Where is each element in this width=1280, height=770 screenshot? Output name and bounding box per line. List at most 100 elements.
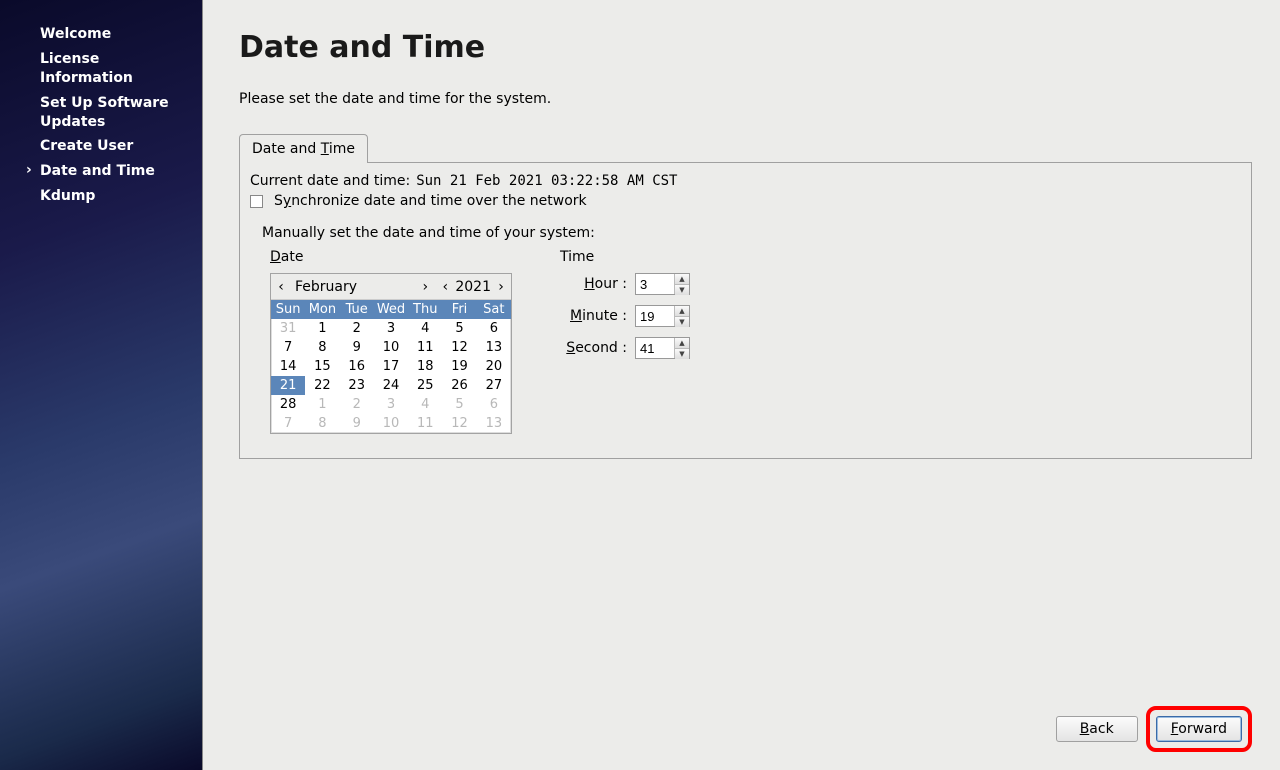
second-down-icon[interactable]: ▼ bbox=[675, 349, 689, 359]
forward-button[interactable]: Forward bbox=[1156, 716, 1242, 742]
calendar-day[interactable]: 1 bbox=[305, 319, 339, 338]
calendar-grid: SunMonTueWedThuFriSat 311234567891011121… bbox=[271, 300, 511, 433]
minute-spin-arrows[interactable]: ▲▼ bbox=[674, 306, 689, 326]
calendar-day[interactable]: 3 bbox=[374, 319, 408, 338]
calendar-day[interactable]: 4 bbox=[408, 395, 442, 414]
calendar-day[interactable]: 24 bbox=[374, 376, 408, 395]
minute-input[interactable] bbox=[636, 306, 674, 326]
calendar-day[interactable]: 17 bbox=[374, 357, 408, 376]
current-datetime-value: Sun 21 Feb 2021 03:22:58 AM CST bbox=[416, 173, 677, 189]
next-year-button[interactable]: › bbox=[491, 279, 511, 295]
calendar-day[interactable]: 5 bbox=[442, 395, 476, 414]
sync-checkbox[interactable] bbox=[250, 195, 263, 208]
calendar-month-label[interactable]: February bbox=[291, 279, 415, 295]
hour-spin-arrows[interactable]: ▲▼ bbox=[674, 274, 689, 294]
calendar-day[interactable]: 2 bbox=[340, 319, 374, 338]
calendar-day[interactable]: 13 bbox=[477, 338, 511, 357]
calendar-weekday: Fri bbox=[442, 300, 476, 319]
calendar-day[interactable]: 28 bbox=[271, 395, 305, 414]
calendar-day[interactable]: 21 bbox=[271, 376, 305, 395]
main-content: Date and Time Please set the date and ti… bbox=[203, 0, 1280, 770]
calendar-day[interactable]: 27 bbox=[477, 376, 511, 395]
calendar-day[interactable]: 1 bbox=[305, 395, 339, 414]
second-row: Second : ▲▼ bbox=[560, 337, 690, 359]
calendar-day[interactable]: 8 bbox=[305, 338, 339, 357]
second-label: Second : bbox=[566, 340, 627, 356]
prev-month-button[interactable]: ‹ bbox=[271, 279, 291, 295]
second-input[interactable] bbox=[636, 338, 674, 358]
sidebar-item-create-user[interactable]: Create User bbox=[0, 134, 202, 159]
sync-network-row[interactable]: Synchronize date and time over the netwo… bbox=[250, 193, 1241, 209]
sidebar-item-welcome[interactable]: Welcome bbox=[0, 22, 202, 47]
calendar-day[interactable]: 14 bbox=[271, 357, 305, 376]
calendar-day[interactable]: 12 bbox=[442, 338, 476, 357]
hour-input[interactable] bbox=[636, 274, 674, 294]
calendar-day[interactable]: 23 bbox=[340, 376, 374, 395]
prev-year-button[interactable]: ‹ bbox=[435, 279, 455, 295]
calendar-day[interactable]: 7 bbox=[271, 338, 305, 357]
calendar-day[interactable]: 25 bbox=[408, 376, 442, 395]
next-month-button[interactable]: › bbox=[415, 279, 435, 295]
time-column: Time Hour : ▲▼ Minute : ▲▼ bbox=[560, 249, 690, 434]
date-header: Date bbox=[270, 249, 512, 265]
hour-label: Hour : bbox=[584, 276, 627, 292]
calendar-day[interactable]: 6 bbox=[477, 319, 511, 338]
calendar-weekday: Mon bbox=[305, 300, 339, 319]
calendar-day[interactable]: 9 bbox=[340, 338, 374, 357]
time-header: Time bbox=[560, 249, 690, 265]
current-datetime-label: Current date and time: bbox=[250, 173, 410, 189]
calendar-day[interactable]: 4 bbox=[408, 319, 442, 338]
current-datetime-row: Current date and time: Sun 21 Feb 2021 0… bbox=[250, 173, 1241, 189]
calendar-day[interactable]: 22 bbox=[305, 376, 339, 395]
sidebar-item-date-time[interactable]: Date and Time bbox=[0, 159, 202, 184]
footer-buttons: Back Forward bbox=[1056, 706, 1252, 752]
hour-up-icon[interactable]: ▲ bbox=[675, 274, 689, 285]
calendar-day[interactable]: 6 bbox=[477, 395, 511, 414]
tab-container: Date and Time Current date and time: Sun… bbox=[239, 133, 1252, 459]
calendar-day[interactable]: 11 bbox=[408, 414, 442, 433]
page-description: Please set the date and time for the sys… bbox=[239, 91, 1252, 107]
minute-up-icon[interactable]: ▲ bbox=[675, 306, 689, 317]
calendar-weekday: Thu bbox=[408, 300, 442, 319]
second-spinner[interactable]: ▲▼ bbox=[635, 337, 690, 359]
calendar-day[interactable]: 9 bbox=[340, 414, 374, 433]
page-title: Date and Time bbox=[239, 30, 1252, 65]
calendar-day[interactable]: 31 bbox=[271, 319, 305, 338]
calendar-weekday: Sat bbox=[477, 300, 511, 319]
calendar-day[interactable]: 11 bbox=[408, 338, 442, 357]
hour-down-icon[interactable]: ▼ bbox=[675, 285, 689, 295]
second-spin-arrows[interactable]: ▲▼ bbox=[674, 338, 689, 358]
calendar-day[interactable]: 12 bbox=[442, 414, 476, 433]
calendar-day[interactable]: 8 bbox=[305, 414, 339, 433]
hour-row: Hour : ▲▼ bbox=[560, 273, 690, 295]
calendar-day[interactable]: 15 bbox=[305, 357, 339, 376]
calendar-day[interactable]: 10 bbox=[374, 414, 408, 433]
second-up-icon[interactable]: ▲ bbox=[675, 338, 689, 349]
calendar-day[interactable]: 10 bbox=[374, 338, 408, 357]
calendar-day[interactable]: 13 bbox=[477, 414, 511, 433]
calendar-nav: ‹ February › ‹ 2021 › bbox=[271, 274, 511, 300]
manual-set-label: Manually set the date and time of your s… bbox=[250, 213, 1241, 249]
hour-spinner[interactable]: ▲▼ bbox=[635, 273, 690, 295]
calendar-weekday: Wed bbox=[374, 300, 408, 319]
calendar-day[interactable]: 3 bbox=[374, 395, 408, 414]
calendar-day[interactable]: 26 bbox=[442, 376, 476, 395]
minute-down-icon[interactable]: ▼ bbox=[675, 317, 689, 327]
back-button[interactable]: Back bbox=[1056, 716, 1138, 742]
calendar-day[interactable]: 20 bbox=[477, 357, 511, 376]
sidebar-item-updates[interactable]: Set Up Software Updates bbox=[0, 91, 202, 135]
calendar-day[interactable]: 19 bbox=[442, 357, 476, 376]
tab-strip: Date and Time bbox=[239, 133, 1252, 162]
calendar-day[interactable]: 16 bbox=[340, 357, 374, 376]
minute-spinner[interactable]: ▲▼ bbox=[635, 305, 690, 327]
calendar-day[interactable]: 2 bbox=[340, 395, 374, 414]
sidebar-item-kdump[interactable]: Kdump bbox=[0, 184, 202, 209]
calendar-day[interactable]: 7 bbox=[271, 414, 305, 433]
calendar-day[interactable]: 18 bbox=[408, 357, 442, 376]
calendar-day[interactable]: 5 bbox=[442, 319, 476, 338]
sync-label: Synchronize date and time over the netwo… bbox=[274, 193, 587, 209]
date-column: Date ‹ February › ‹ 2021 › bbox=[270, 249, 512, 434]
sidebar-item-license[interactable]: License Information bbox=[0, 47, 202, 91]
calendar-year-label[interactable]: 2021 bbox=[455, 279, 491, 295]
tab-date-time[interactable]: Date and Time bbox=[239, 134, 368, 163]
